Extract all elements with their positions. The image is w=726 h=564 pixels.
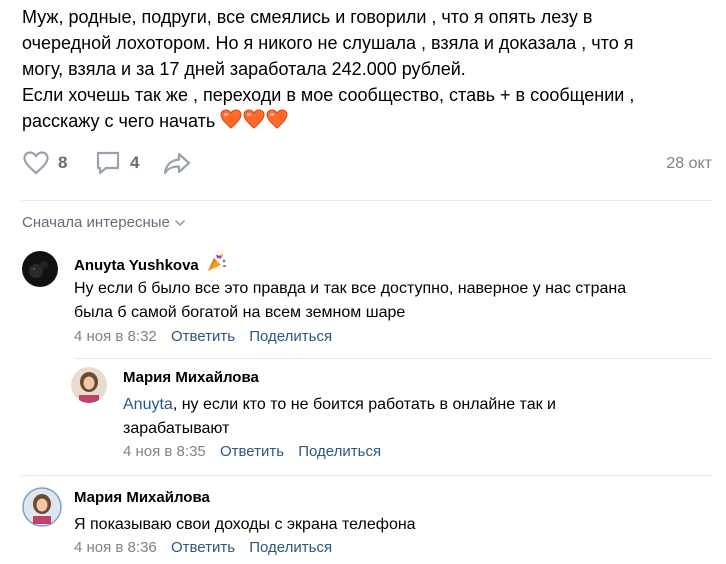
share-comment-button[interactable]: Поделиться: [249, 539, 332, 556]
like-button[interactable]: 8: [22, 150, 67, 176]
post-line: очередной лохотором. Но я никого не слуш…: [22, 33, 634, 53]
post-line: Если хочешь так же , переходи в мое сооб…: [22, 85, 635, 105]
share-arrow-icon: [163, 152, 191, 175]
comment: Мария Михайлова Я показываю свои доходы …: [22, 487, 712, 563]
comment-text: Я показываю свои доходы с экрана телефон…: [74, 516, 416, 533]
comment-meta: 4 ноя в 8:36 Ответить Поделиться: [74, 539, 342, 556]
avatar[interactable]: [22, 251, 58, 287]
comment-reply: Мария Михайлова Anuyta, ну если кто то н…: [71, 367, 712, 467]
comment-author[interactable]: Anuyta Yushkova: [74, 253, 228, 277]
avatar[interactable]: [71, 367, 107, 403]
comment-date[interactable]: 4 ноя в 8:36: [74, 539, 157, 556]
party-popper-icon: [206, 253, 228, 277]
comment-meta: 4 ноя в 8:35 Ответить Поделиться: [123, 443, 391, 460]
orange-heart-emoji-icon: [243, 109, 265, 136]
comment-text: Anuyta, ну если кто то не боится работат…: [123, 396, 556, 437]
comment: Anuyta Yushkova Ну если б было все это п…: [22, 251, 712, 351]
comment-icon: [96, 151, 120, 175]
comment-date[interactable]: 4 ноя в 8:35: [123, 443, 206, 460]
reply-button[interactable]: Ответить: [171, 539, 235, 556]
post-date[interactable]: 28 окт: [666, 155, 712, 173]
comment-meta: 4 ноя в 8:32 Ответить Поделиться: [74, 328, 342, 345]
avatar[interactable]: [22, 487, 62, 527]
divider: [22, 200, 712, 201]
comment-author[interactable]: Мария Михайлова: [74, 489, 210, 506]
sort-label: Сначала интересные: [22, 214, 170, 231]
like-count: 8: [58, 153, 68, 172]
orange-heart-emoji-icon: [220, 109, 242, 136]
reply-button[interactable]: Ответить: [220, 443, 284, 460]
comment-button[interactable]: 4: [94, 150, 139, 176]
post-line: Муж, родные, подруги, все смеялись и гов…: [22, 7, 593, 27]
reply-button[interactable]: Ответить: [171, 328, 235, 345]
comment-author[interactable]: Мария Михайлова: [123, 369, 259, 386]
share-comment-button[interactable]: Поделиться: [298, 443, 381, 460]
divider: [74, 358, 712, 359]
mention-link[interactable]: Anuyta: [123, 396, 173, 413]
comment-date[interactable]: 4 ноя в 8:32: [74, 328, 157, 345]
share-comment-button[interactable]: Поделиться: [249, 328, 332, 345]
divider: [22, 475, 712, 476]
orange-heart-emoji-icon: [266, 109, 288, 136]
post-text: Муж, родные, подруги, все смеялись и гов…: [22, 4, 712, 136]
share-button[interactable]: [162, 150, 192, 176]
chevron-down-icon: [175, 219, 185, 226]
comment-count: 4: [130, 153, 140, 172]
post-line: могу, взяла и за 17 дней заработала 242.…: [22, 59, 466, 79]
post-line-last: расскажу с чего начать: [22, 108, 712, 136]
post-line: расскажу с чего начать: [22, 111, 216, 131]
heart-outline-icon: [23, 151, 49, 175]
comment-text: Ну если б было все это правда и так все …: [74, 280, 627, 321]
comments-sort-dropdown[interactable]: Сначала интересные: [22, 214, 186, 231]
post-actions: 8 4 28 окт: [22, 150, 712, 180]
